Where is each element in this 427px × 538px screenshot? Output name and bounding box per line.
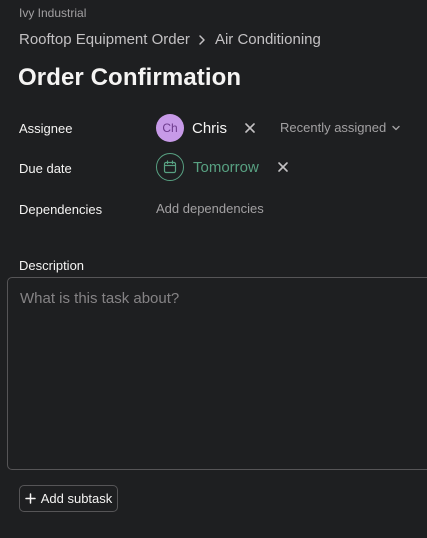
chevron-right-icon [199,34,205,45]
description-input[interactable]: What is this task about? [7,277,427,470]
breadcrumb: Rooftop Equipment Order Air Conditioning [19,31,321,48]
plus-icon [24,493,36,504]
description-placeholder: What is this task about? [20,290,180,307]
due-date-field[interactable]: Tomorrow [156,153,290,181]
dependencies-label: Dependencies [19,202,103,217]
due-date-picker-button[interactable] [156,153,184,181]
recently-assigned-dropdown[interactable]: Recently assigned [280,120,401,135]
workspace-name[interactable]: Ivy Industrial [19,6,86,20]
due-date-value[interactable]: Tomorrow [193,159,259,176]
recently-assigned-label: Recently assigned [280,120,387,135]
assignee-name[interactable]: Chris [192,120,227,137]
description-label: Description [19,258,85,273]
avatar[interactable]: Ch [156,114,184,142]
breadcrumb-project[interactable]: Rooftop Equipment Order [19,31,190,48]
calendar-icon [163,160,177,174]
due-date-label: Due date [19,161,72,176]
remove-assignee-button[interactable] [243,121,257,135]
add-dependencies-button[interactable]: Add dependencies [156,201,264,216]
task-title[interactable]: Order Confirmation [18,64,241,92]
task-detail-pane: Ivy Industrial Rooftop Equipment Order A… [0,0,427,538]
close-icon [278,162,288,172]
add-subtask-button[interactable]: Add subtask [19,485,118,512]
breadcrumb-section[interactable]: Air Conditioning [215,31,321,48]
remove-due-date-button[interactable] [276,160,290,174]
add-subtask-label: Add subtask [40,491,113,506]
chevron-down-icon [392,125,400,130]
assignee-field[interactable]: Ch Chris [156,114,257,142]
assignee-label: Assignee [19,121,73,136]
close-icon [245,123,255,133]
